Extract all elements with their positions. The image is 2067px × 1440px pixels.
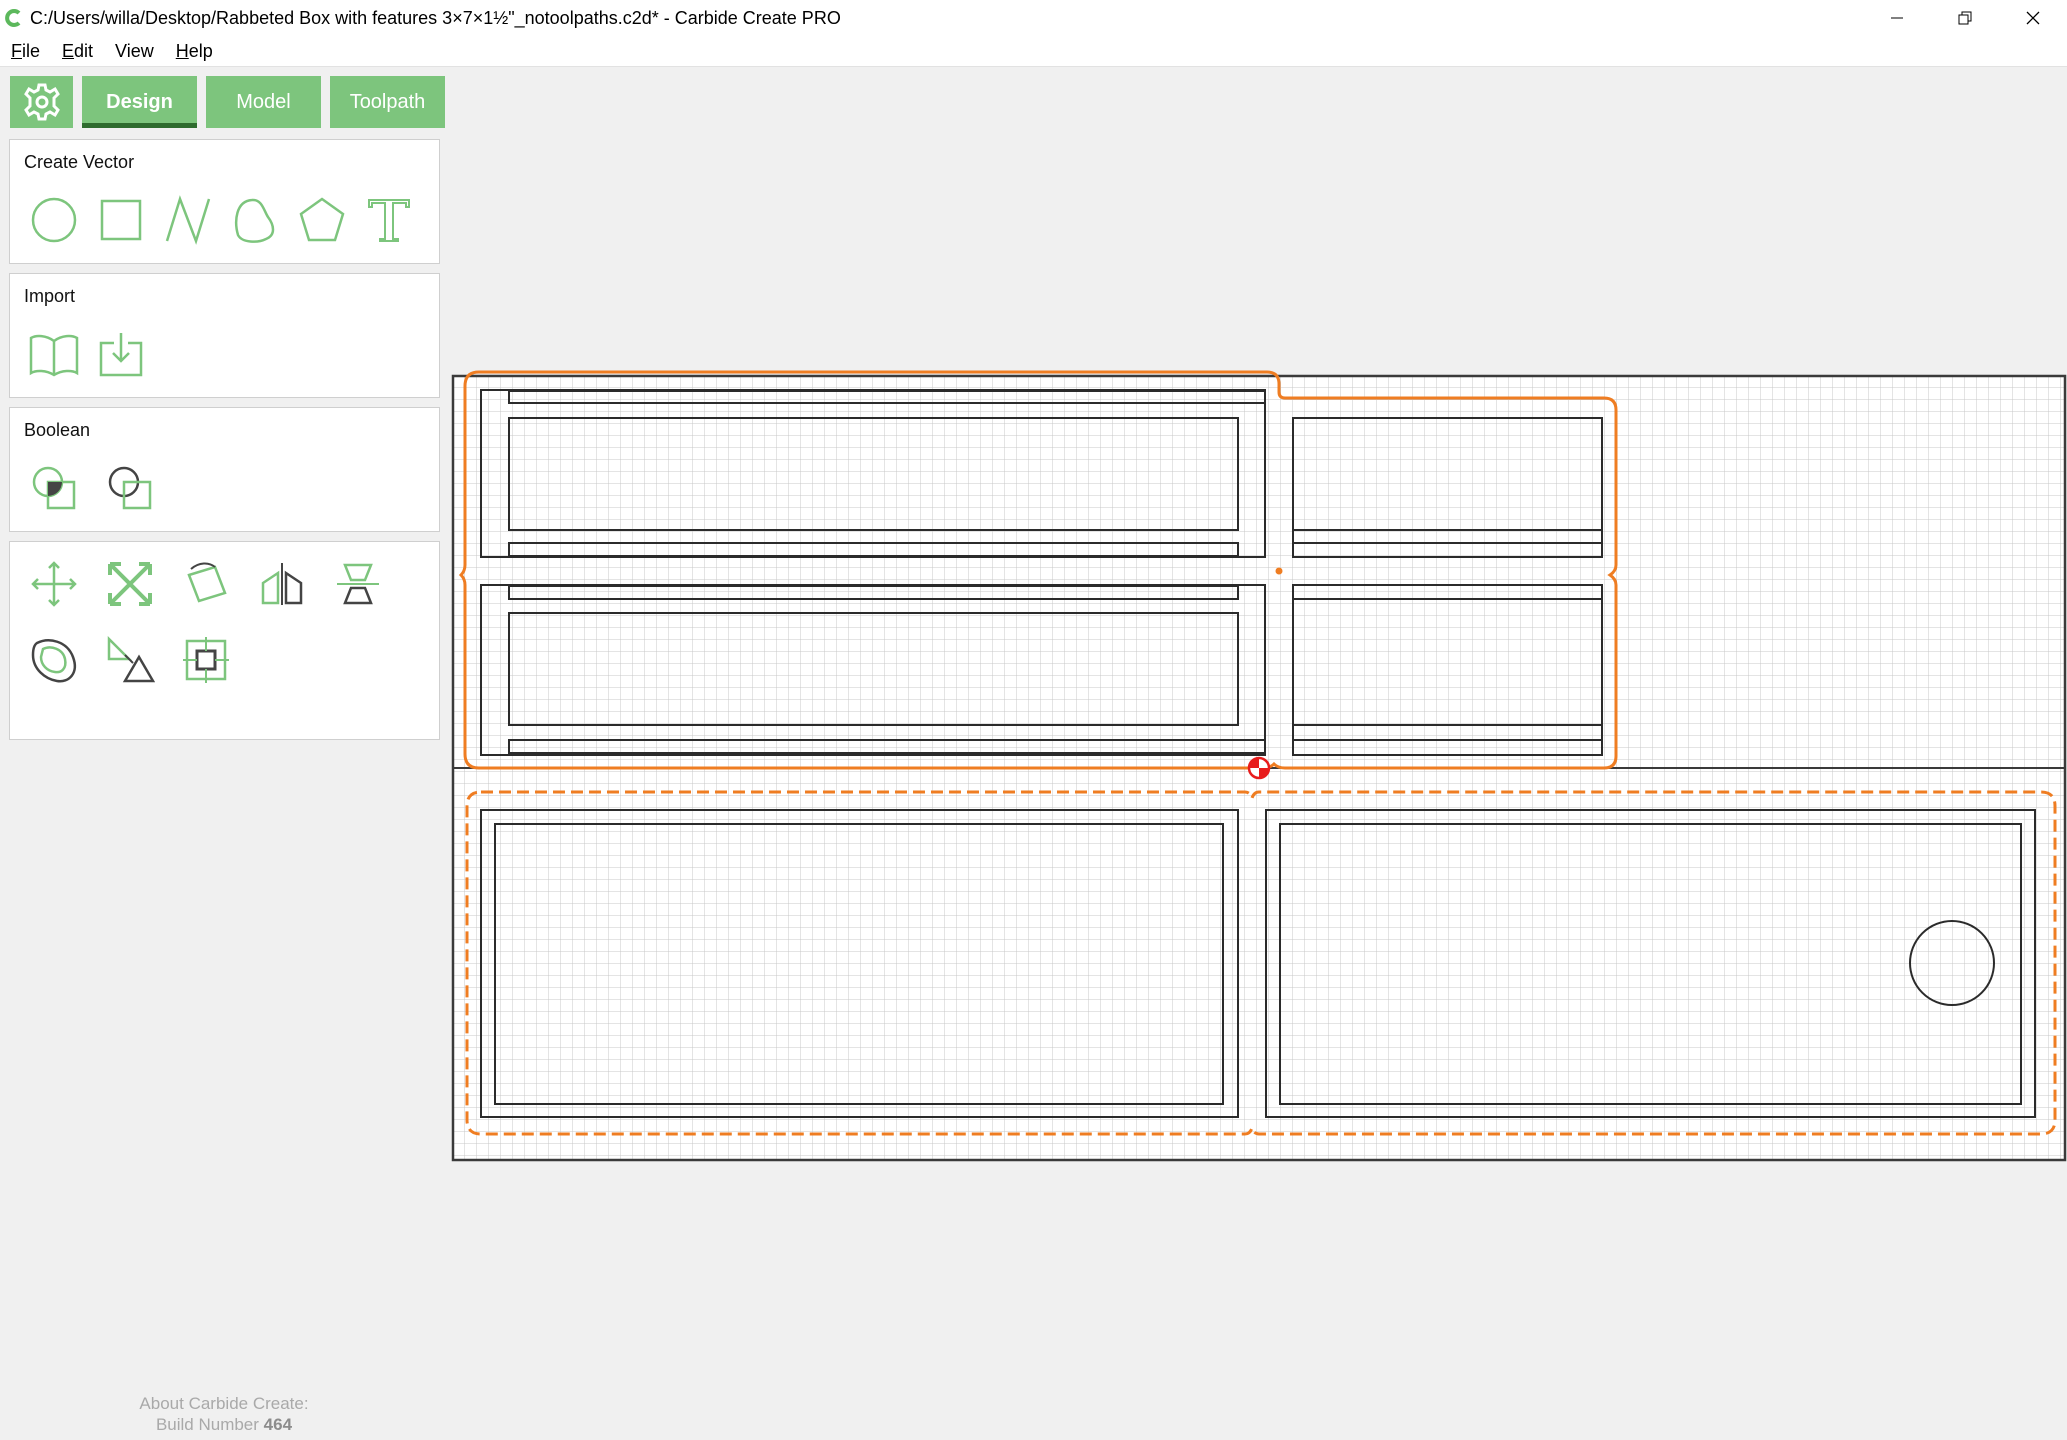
origin-marker (1247, 756, 1271, 780)
selection-center-dot (1275, 567, 1283, 575)
design-canvas[interactable] (0, 0, 2067, 1440)
